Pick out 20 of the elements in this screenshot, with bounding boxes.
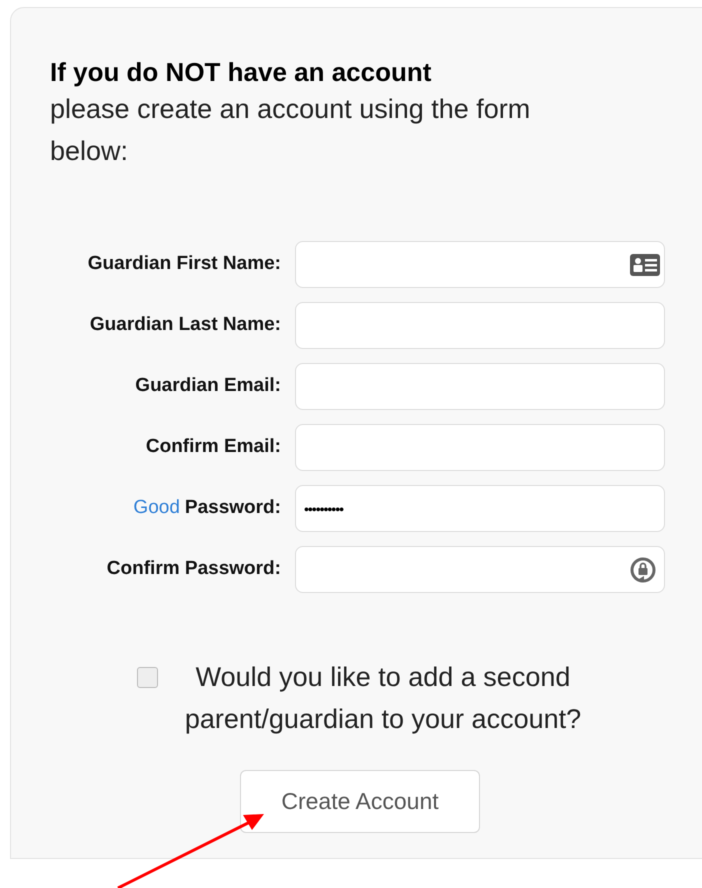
input-field[interactable] bbox=[295, 241, 665, 288]
input-field[interactable] bbox=[295, 546, 665, 593]
field-label: Guardian First Name: bbox=[88, 253, 281, 274]
field-label: Password: bbox=[184, 497, 281, 518]
input-field[interactable]: •••••••••• bbox=[295, 485, 665, 532]
password-strength: Good bbox=[133, 497, 180, 518]
input-field[interactable] bbox=[295, 363, 665, 410]
input-field[interactable] bbox=[295, 424, 665, 471]
create-account-button[interactable]: Create Account bbox=[240, 770, 480, 833]
lock-refresh-icon[interactable] bbox=[629, 556, 657, 584]
input-field[interactable] bbox=[295, 302, 665, 349]
intro-text: please create an account using the form below: bbox=[50, 93, 532, 168]
checkbox[interactable] bbox=[137, 667, 158, 688]
heading: If you do NOT have an account bbox=[50, 56, 432, 88]
field-label: Guardian Email: bbox=[135, 375, 281, 396]
contact-card-icon[interactable] bbox=[629, 253, 661, 277]
checkbox-label: Would you like to add a second parent/guardian to your account? bbox=[184, 661, 582, 736]
field-label: Confirm Password: bbox=[106, 558, 281, 580]
field-label: Confirm Email: bbox=[146, 436, 281, 458]
field-label: Guardian Last Name: bbox=[90, 314, 281, 336]
